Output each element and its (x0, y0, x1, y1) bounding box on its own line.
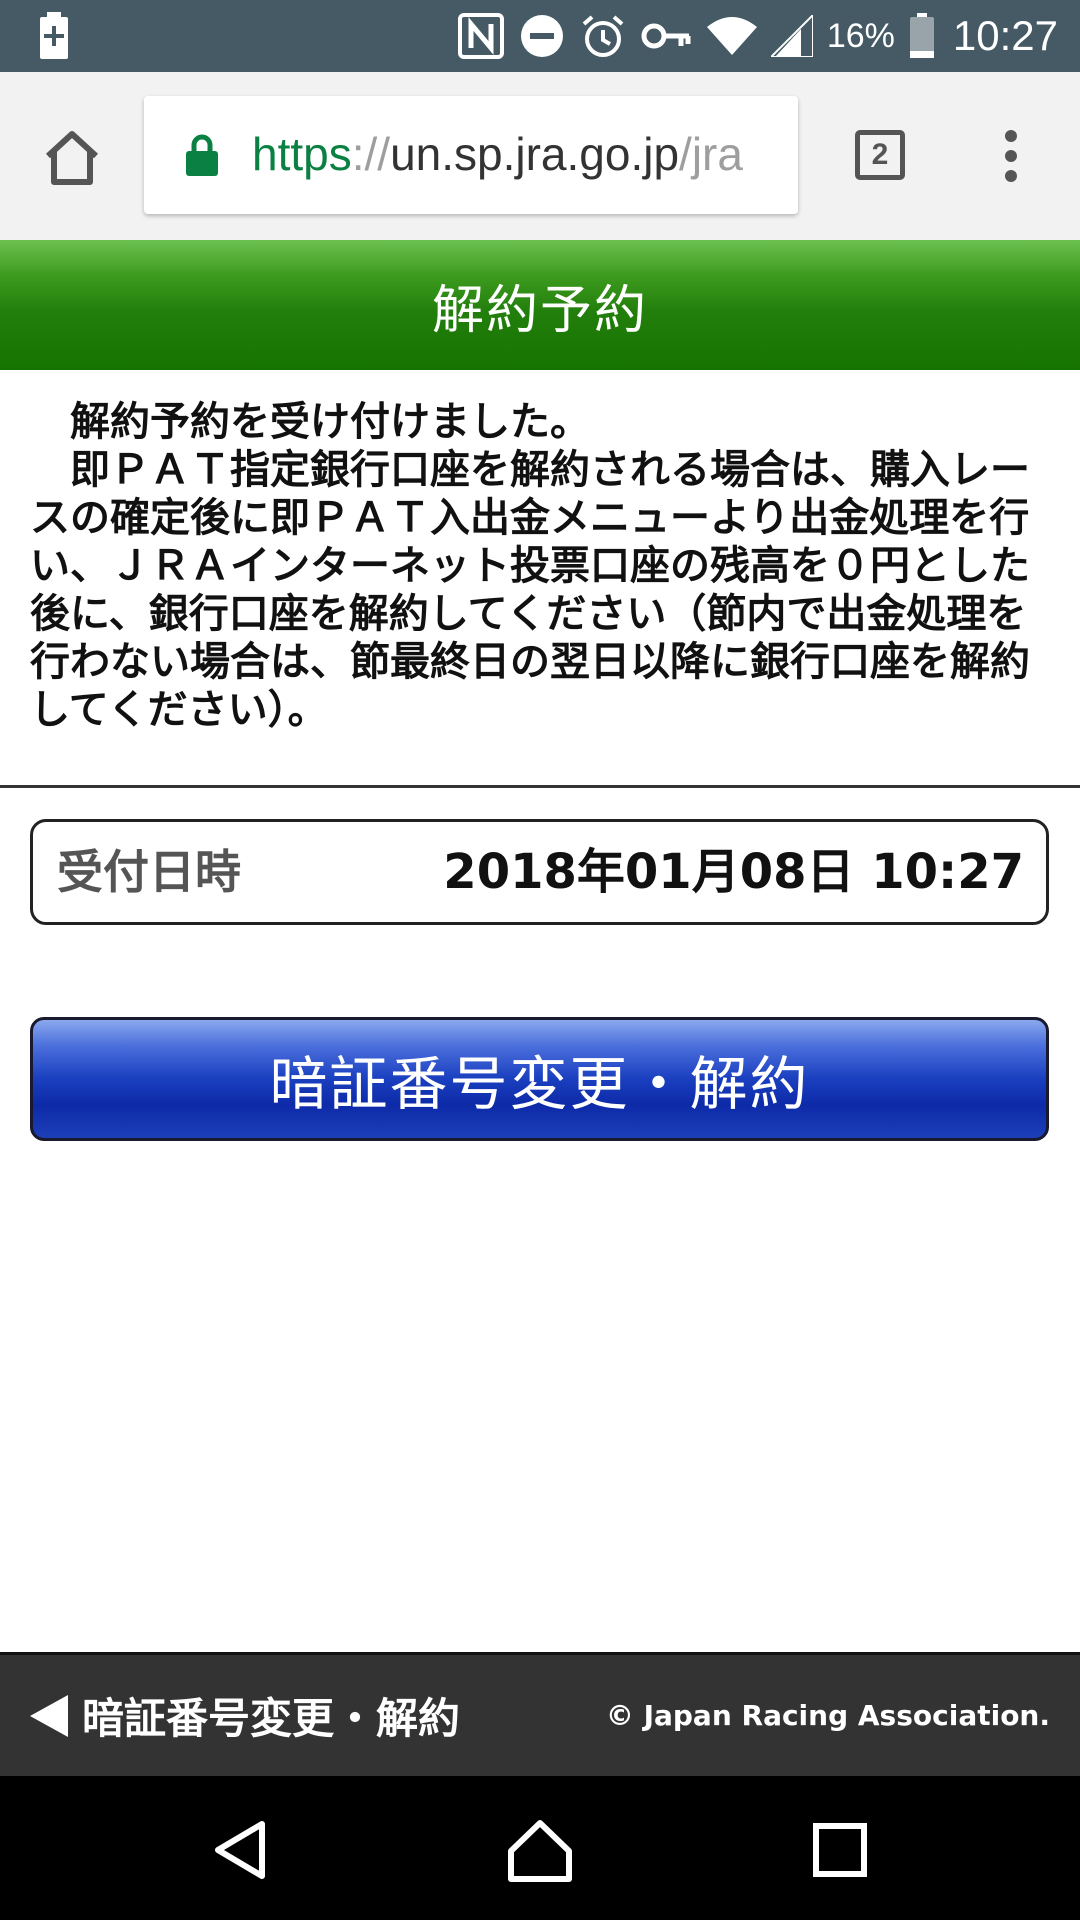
lock-icon (186, 134, 218, 180)
divider (0, 785, 1080, 788)
reception-datetime-box: 受付日時 2018年01月08日 10:27 (30, 819, 1049, 925)
url-separator: :// (351, 128, 391, 180)
signal-icon (770, 15, 813, 57)
nfc-icon (457, 12, 505, 60)
message-instructions: 即ＰＡＴ指定銀行口座を解約される場合は、購入レースの確定後に即ＰＡＴ入出金メニュ… (30, 447, 1030, 733)
url-fade (738, 96, 798, 214)
back-arrow-icon (30, 1694, 68, 1737)
battery-percent: 16% (826, 16, 895, 55)
vpn-key-icon (641, 16, 693, 56)
confirmation-message: 解約予約を受け付けました。 即ＰＡＴ指定銀行口座を解約される場合は、購入レースの… (30, 398, 1052, 734)
system-nav-bar (0, 1776, 1080, 1920)
page-title: 解約予約 (431, 280, 648, 341)
url-bar[interactable]: https://un.sp.jra.go.jp/jra (144, 96, 798, 214)
reception-datetime-value: 2018年01月08日 10:27 (443, 844, 1024, 900)
footer-back-label: 暗証番号変更・解約 (82, 1694, 461, 1743)
wifi-icon (706, 15, 757, 57)
message-line-accepted: 解約予約を受け付けました。 (70, 399, 590, 445)
tab-switcher-button[interactable]: 2 (855, 130, 905, 180)
overflow-menu-icon[interactable] (996, 128, 1026, 184)
nav-home-icon[interactable] (500, 1810, 580, 1890)
browser-toolbar: https://un.sp.jra.go.jp/jra 2 (0, 72, 1080, 241)
nav-back-icon[interactable] (200, 1810, 280, 1890)
url-host: un.sp.jra.go.jp (390, 128, 680, 180)
url-path: /jra (679, 128, 743, 180)
footer-back-link[interactable]: 暗証番号変更・解約 (30, 1655, 460, 1776)
pin-change-cancel-button[interactable]: 暗証番号変更・解約 (30, 1017, 1049, 1141)
page-header: 解約予約 (0, 240, 1080, 370)
do-not-disturb-icon (519, 13, 565, 59)
alarm-icon (579, 12, 627, 60)
battery-icon (909, 13, 935, 59)
url-scheme: https (252, 128, 352, 180)
battery-saver-icon (38, 12, 70, 60)
url-text: https://un.sp.jra.go.jp/jra (252, 123, 743, 185)
status-time: 10:27 (952, 12, 1058, 59)
reception-datetime-label: 受付日時 (57, 845, 241, 899)
footer: 暗証番号変更・解約 © Japan Racing Association. (0, 1652, 1080, 1776)
status-bar: 16% 10:27 (0, 0, 1080, 72)
copyright-text: © Japan Racing Association. (605, 1699, 1050, 1732)
nav-recents-icon[interactable] (800, 1810, 880, 1890)
browser-home-icon[interactable] (40, 126, 104, 190)
